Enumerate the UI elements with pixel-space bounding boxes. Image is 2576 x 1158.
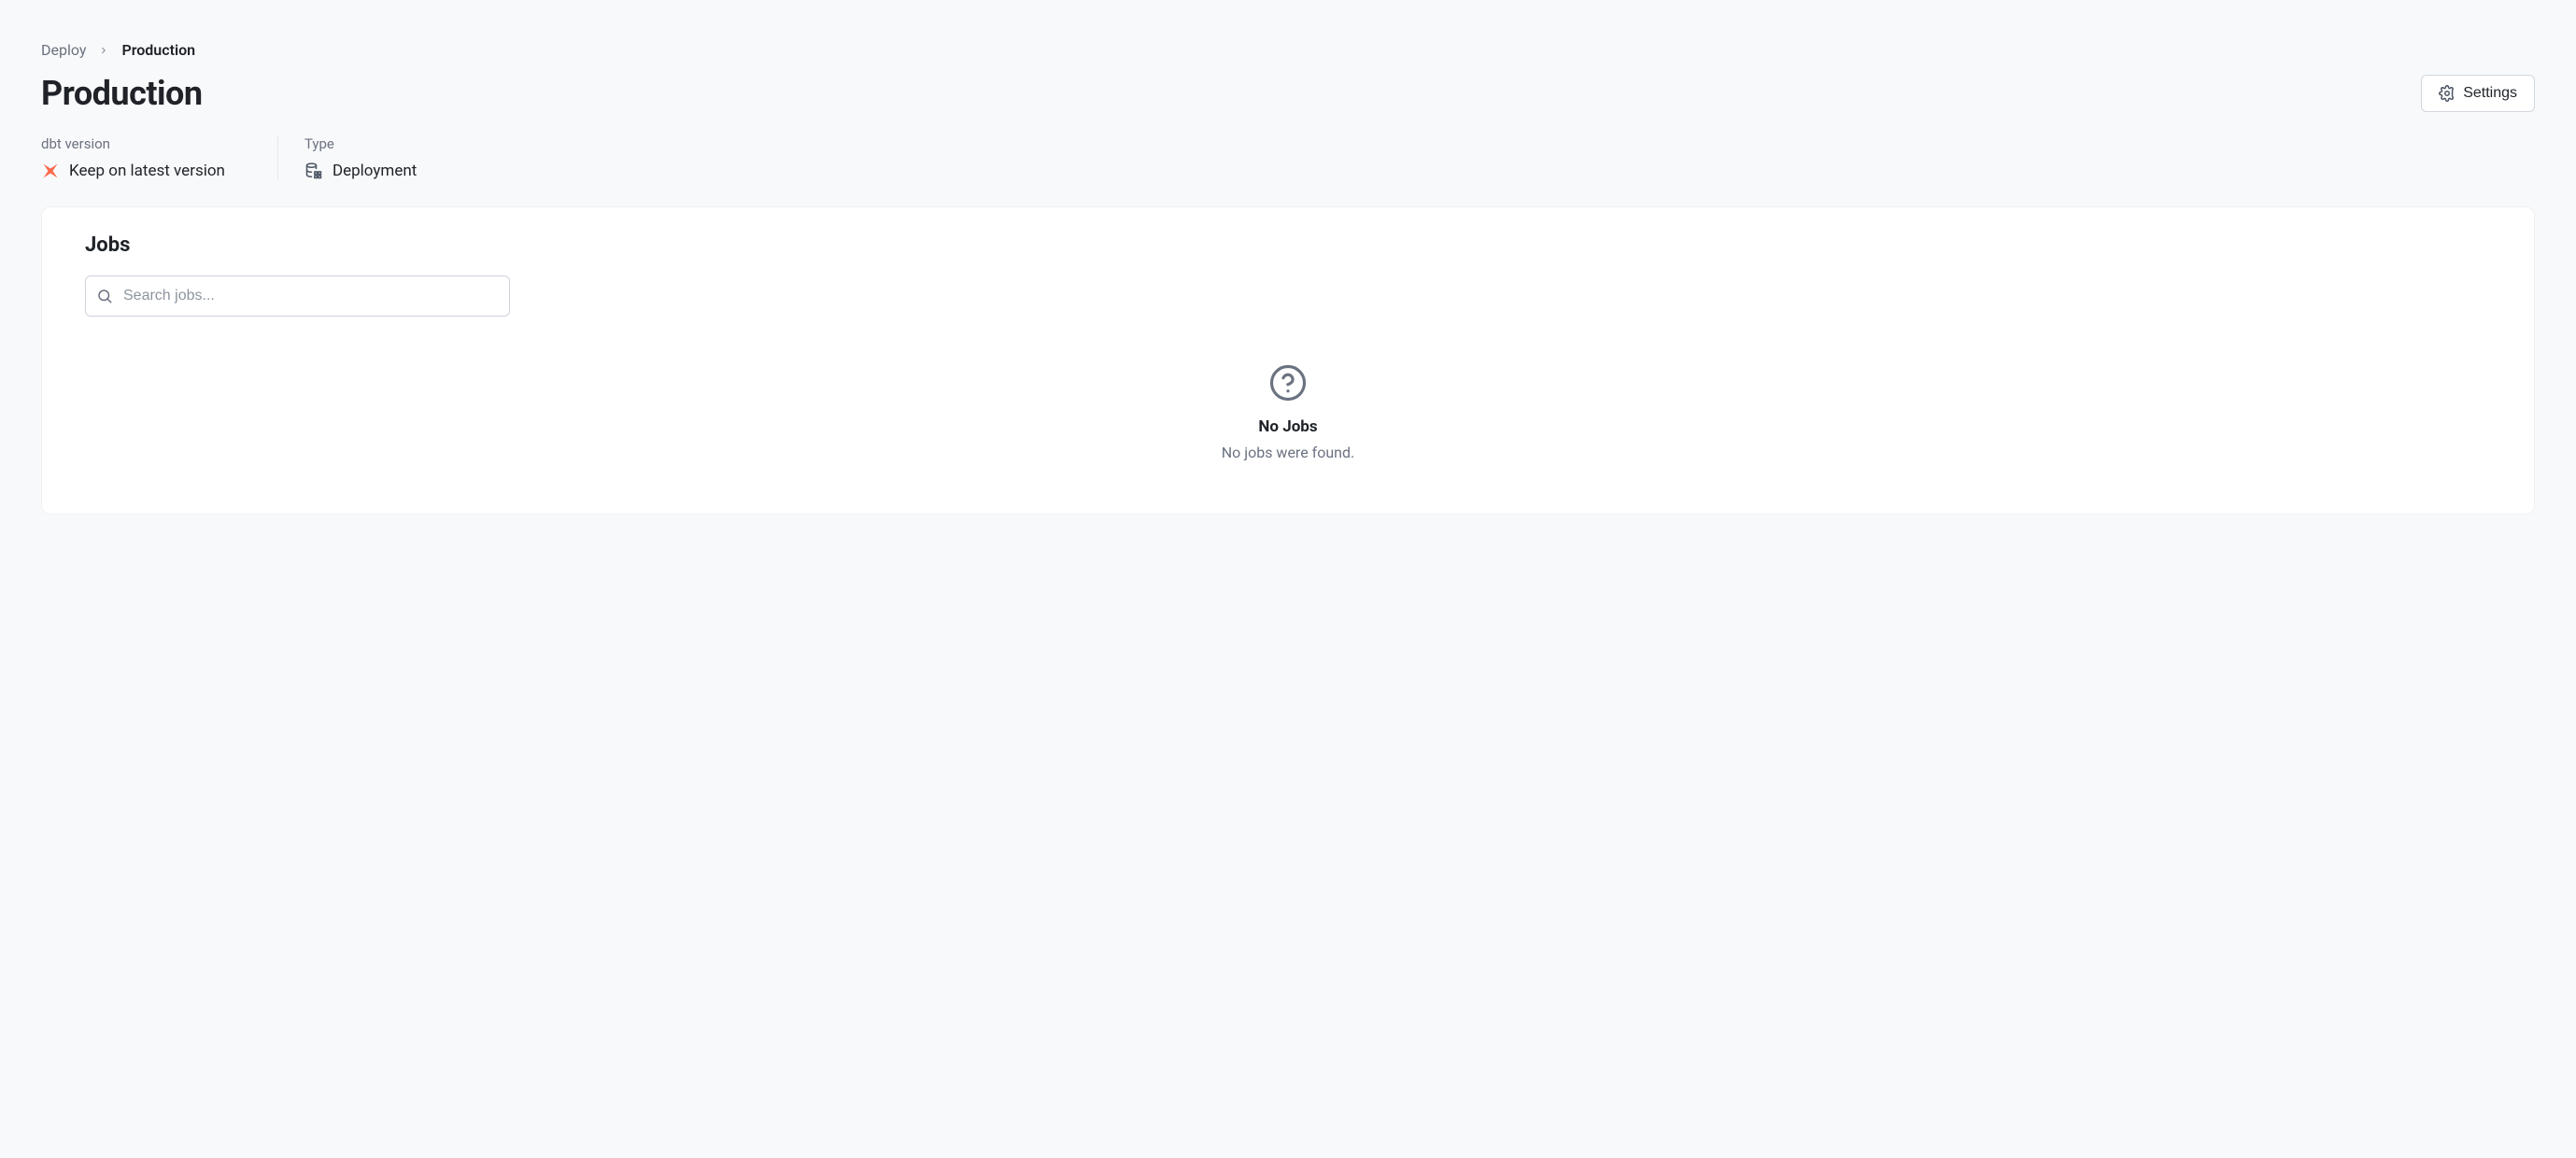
jobs-empty-state: No Jobs No jobs were found. (85, 363, 2491, 461)
help-circle-icon (1268, 363, 1308, 402)
empty-state-description: No jobs were found. (1222, 444, 1355, 461)
search-jobs-input[interactable] (85, 275, 510, 317)
meta-value-dbt-version: Keep on latest version (69, 162, 225, 180)
jobs-card: Jobs No Jobs No jobs were found. (41, 206, 2535, 515)
search-icon (96, 288, 113, 304)
meta-label-dbt-version: dbt version (41, 135, 225, 152)
deployment-icon (304, 162, 323, 180)
breadcrumb-deploy-link[interactable]: Deploy (41, 41, 86, 59)
jobs-title: Jobs (85, 233, 2491, 257)
meta-dbt-version: dbt version Keep on latest version (41, 135, 251, 180)
gear-icon (2439, 85, 2456, 102)
meta-value-type: Deployment (333, 162, 417, 180)
chevron-right-icon (99, 46, 108, 55)
empty-state-title: No Jobs (1258, 417, 1317, 436)
breadcrumb: Deploy Production (41, 41, 2535, 59)
settings-button-label: Settings (2463, 85, 2517, 102)
breadcrumb-current: Production (121, 41, 195, 59)
environment-meta: dbt version Keep on latest version Type (41, 135, 2535, 180)
page-title: Production (41, 74, 203, 113)
dbt-icon (41, 162, 60, 180)
settings-button[interactable]: Settings (2421, 75, 2535, 112)
meta-label-type: Type (304, 135, 417, 152)
meta-type: Type Deployment (277, 135, 443, 180)
